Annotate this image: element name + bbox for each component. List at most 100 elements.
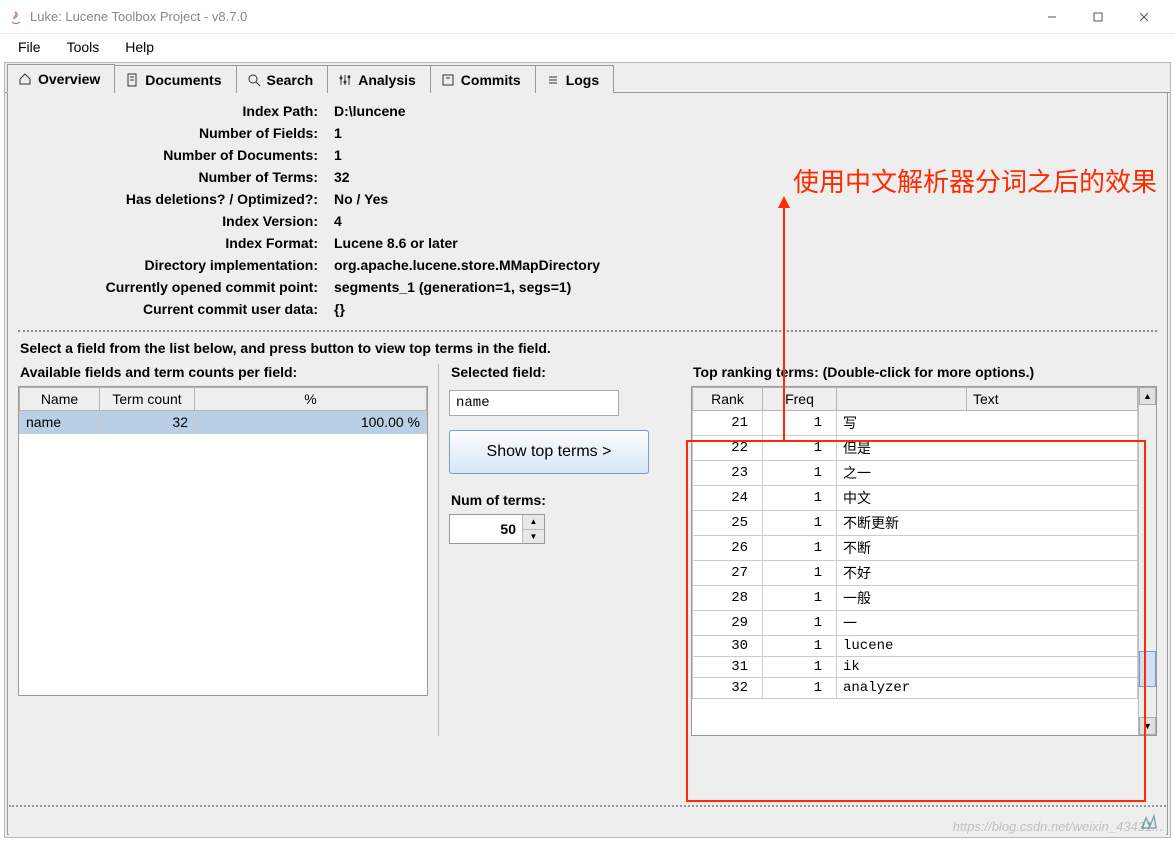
table-row[interactable]: 231之一	[693, 461, 1138, 486]
cell-freq: 1	[763, 586, 837, 611]
tab-label: Logs	[566, 72, 599, 88]
col-rank[interactable]: Rank	[693, 388, 763, 411]
menu-tools[interactable]: Tools	[57, 36, 110, 58]
instructions-text: Select a field from the list below, and …	[18, 338, 1157, 364]
table-row[interactable]: 271不好	[693, 561, 1138, 586]
index-info: Index Path: D:\luncene Number of Fields:…	[18, 101, 1157, 327]
cell-rank: 28	[693, 586, 763, 611]
cell-name: name	[20, 411, 100, 434]
menu-help[interactable]: Help	[115, 36, 164, 58]
cell-rank: 22	[693, 436, 763, 461]
scroll-up-button[interactable]: ▲	[1139, 387, 1156, 405]
cell-freq: 1	[763, 436, 837, 461]
tab-label: Search	[267, 72, 314, 88]
tab-label: Documents	[145, 72, 221, 88]
table-row[interactable]: 251不断更新	[693, 511, 1138, 536]
lower-area: Available fields and term counts per fie…	[18, 364, 1157, 736]
cell-freq: 1	[763, 461, 837, 486]
close-button[interactable]	[1121, 2, 1167, 32]
col-spacer[interactable]	[837, 388, 967, 411]
window-title: Luke: Lucene Toolbox Project - v8.7.0	[30, 9, 1029, 24]
label-num-fields: Number of Fields:	[18, 125, 318, 141]
terms-table-wrap: Rank Freq Text 211写221但是231之一241中文251不断更…	[691, 386, 1157, 736]
table-row[interactable]: 211写	[693, 411, 1138, 436]
status-icon	[1140, 812, 1158, 830]
java-app-icon	[8, 9, 24, 25]
menu-file[interactable]: File	[8, 36, 51, 58]
selected-field-input[interactable]	[449, 390, 619, 416]
value-index-path: D:\luncene	[334, 103, 1157, 119]
table-row[interactable]: 221但是	[693, 436, 1138, 461]
table-row[interactable]: 241中文	[693, 486, 1138, 511]
spin-down-button[interactable]: ▼	[523, 530, 544, 544]
terms-scroll-area[interactable]: Rank Freq Text 211写221但是231之一241中文251不断更…	[692, 387, 1138, 735]
show-top-terms-button[interactable]: Show top terms >	[449, 430, 649, 474]
cell-text: 但是	[837, 436, 1138, 461]
label-num-terms: Number of Terms:	[18, 169, 318, 185]
cell-text: 写	[837, 411, 1138, 436]
cell-rank: 29	[693, 611, 763, 636]
col-text[interactable]: Text	[967, 388, 1138, 411]
cell-rank: 30	[693, 636, 763, 657]
value-version: 4	[334, 213, 1157, 229]
overview-pane: Index Path: D:\luncene Number of Fields:…	[7, 93, 1168, 835]
fields-column: Available fields and term counts per fie…	[18, 364, 438, 736]
status-bar	[9, 805, 1166, 835]
window-titlebar: Luke: Lucene Toolbox Project - v8.7.0	[0, 0, 1175, 34]
separator	[18, 330, 1157, 332]
cell-rank: 32	[693, 678, 763, 699]
tab-commits[interactable]: Commits	[430, 65, 536, 93]
col-termcount[interactable]: Term count	[100, 388, 195, 411]
doc-icon	[125, 73, 139, 87]
cell-count: 32	[100, 411, 195, 434]
tab-overview[interactable]: Overview	[7, 64, 115, 93]
cell-rank: 31	[693, 657, 763, 678]
col-name[interactable]: Name	[20, 388, 100, 411]
tab-analysis[interactable]: Analysis	[327, 65, 431, 93]
label-commit-point: Currently opened commit point:	[18, 279, 318, 295]
maximize-button[interactable]	[1075, 2, 1121, 32]
fields-table-wrap[interactable]: Name Term count % name32100.00 %	[18, 386, 428, 696]
scroll-thumb[interactable]	[1139, 651, 1156, 687]
menubar: File Tools Help	[0, 34, 1175, 60]
tab-logs[interactable]: Logs	[535, 65, 614, 93]
num-terms-value[interactable]	[450, 515, 522, 543]
table-row[interactable]: 301lucene	[693, 636, 1138, 657]
tab-label: Analysis	[358, 72, 416, 88]
value-deletions: No / Yes	[334, 191, 1157, 207]
cell-freq: 1	[763, 511, 837, 536]
tab-label: Commits	[461, 72, 521, 88]
terms-column: Top ranking terms: (Double-click for mor…	[683, 364, 1157, 736]
table-row[interactable]: 311ik	[693, 657, 1138, 678]
col-pct[interactable]: %	[195, 388, 427, 411]
home-icon	[18, 72, 32, 86]
tab-search[interactable]: Search	[236, 65, 329, 93]
selected-field-label: Selected field:	[449, 364, 673, 386]
value-commit-user: {}	[334, 301, 1157, 317]
cell-freq: 1	[763, 536, 837, 561]
minimize-button[interactable]	[1029, 2, 1075, 32]
cell-text: 不断更新	[837, 511, 1138, 536]
table-row[interactable]: 321analyzer	[693, 678, 1138, 699]
value-num-terms: 32	[334, 169, 1157, 185]
col-freq[interactable]: Freq	[763, 388, 837, 411]
cell-text: ik	[837, 657, 1138, 678]
spin-up-button[interactable]: ▲	[523, 515, 544, 530]
tab-label: Overview	[38, 71, 100, 87]
cell-freq: 1	[763, 411, 837, 436]
terms-vertical-scrollbar[interactable]: ▲ ▼	[1138, 387, 1156, 735]
num-terms-spinner[interactable]: ▲ ▼	[449, 514, 545, 544]
tab-documents[interactable]: Documents	[114, 65, 236, 93]
label-index-path: Index Path:	[18, 103, 318, 119]
cell-text: analyzer	[837, 678, 1138, 699]
label-deletions: Has deletions? / Optimized?:	[18, 191, 318, 207]
cell-text: lucene	[837, 636, 1138, 657]
fields-table: Name Term count % name32100.00 %	[19, 387, 427, 434]
table-row[interactable]: 281一般	[693, 586, 1138, 611]
table-row[interactable]: 291一	[693, 611, 1138, 636]
cell-freq: 1	[763, 561, 837, 586]
table-row[interactable]: name32100.00 %	[20, 411, 427, 434]
scroll-down-button[interactable]: ▼	[1139, 717, 1156, 735]
value-format: Lucene 8.6 or later	[334, 235, 1157, 251]
table-row[interactable]: 261不断	[693, 536, 1138, 561]
